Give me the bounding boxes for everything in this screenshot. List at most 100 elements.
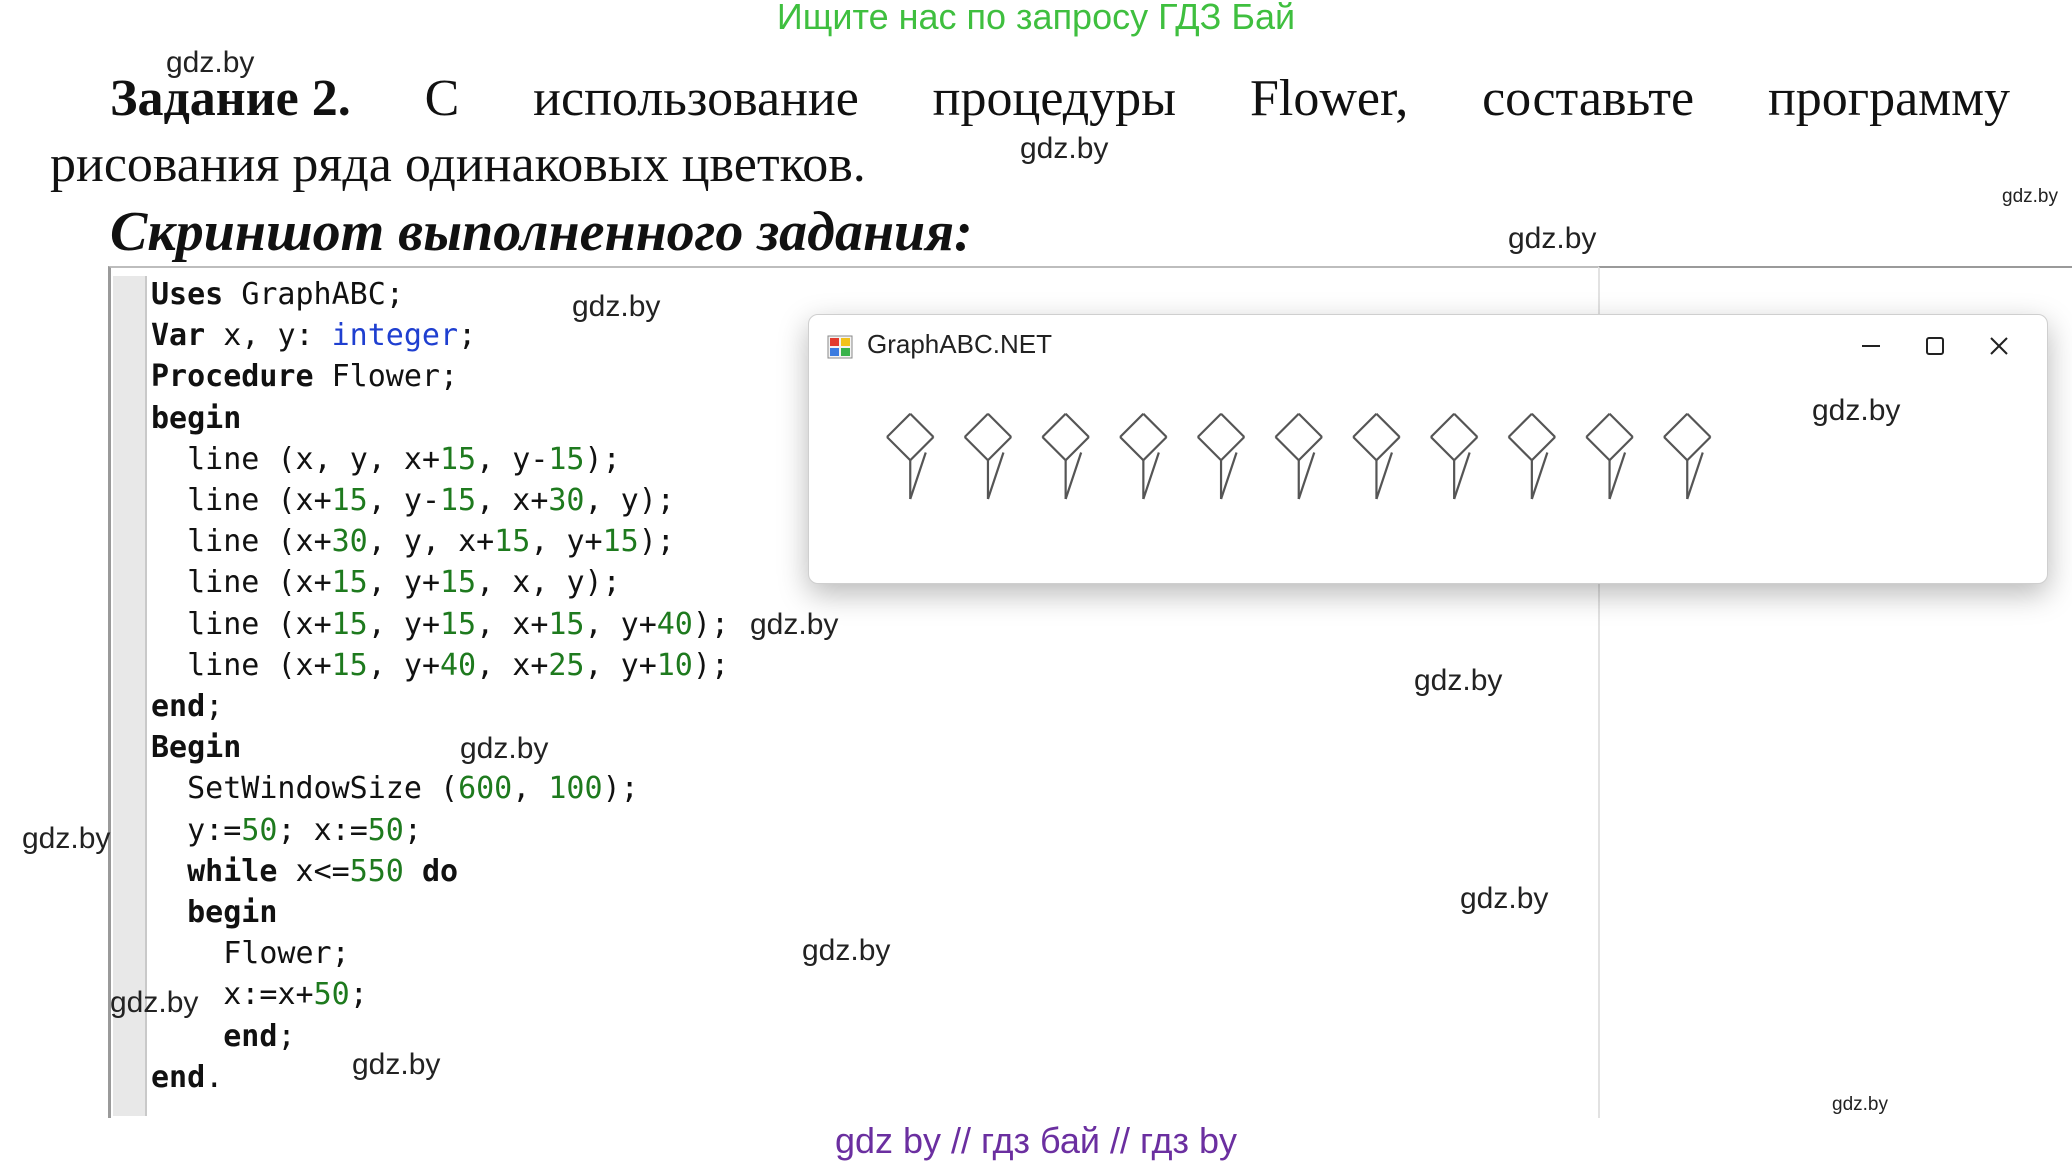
flower-stroke — [987, 412, 1012, 438]
flower — [1119, 412, 1168, 500]
flower-stroke — [1220, 412, 1246, 438]
close-icon — [1990, 337, 2008, 355]
code-line: end; — [151, 689, 224, 725]
minimize-icon — [1862, 345, 1880, 347]
flower-stroke — [909, 412, 935, 438]
code-line: Begin — [151, 730, 242, 766]
watermark: gdz.by — [1414, 664, 1503, 697]
code-listing: Uses GraphABC; Var x, y: integer; Procedur… — [151, 274, 729, 1098]
code-line: line (x+15, y-15, x+30, y); — [187, 483, 675, 519]
flower-stroke — [1352, 436, 1378, 462]
task-heading: Задание 2. — [110, 70, 351, 127]
task-statement: Задание 2. С использование процедуры Flo… — [50, 66, 2010, 198]
graphabc-app-icon — [827, 335, 853, 359]
flower — [1507, 412, 1556, 500]
flower-stroke — [1375, 436, 1401, 462]
flower-stroke — [1197, 436, 1222, 462]
flower — [1352, 412, 1401, 500]
task-line-2: рисования ряда одинаковых цветков. — [50, 136, 866, 193]
flower-stroke — [1064, 412, 1090, 438]
footer-watermark: gdz by // гдз бай // гдз by — [834, 1120, 1238, 1161]
watermark: gdz.by — [802, 934, 891, 967]
task-word: процедуры — [932, 70, 1177, 127]
flower-stroke — [1119, 412, 1145, 438]
flower — [1041, 412, 1090, 500]
code-line: line (x+30, y, x+15, y+15); — [187, 524, 675, 560]
code-line: x:=x+50; — [223, 977, 368, 1013]
flower — [963, 412, 1012, 500]
watermark: gdz.by — [750, 608, 839, 641]
watermark: gdz.by — [1832, 1094, 1888, 1115]
flower-stroke — [1430, 436, 1455, 462]
flower-stroke — [1507, 412, 1533, 438]
code-line: Flower; — [223, 936, 350, 972]
flower-stroke — [1531, 436, 1556, 462]
flower-stroke — [1274, 436, 1300, 462]
flower-stroke — [1119, 436, 1145, 462]
maximize-icon — [1926, 337, 1944, 355]
code-line: y:=50; x:=50; — [187, 812, 422, 848]
flower-stroke — [886, 412, 912, 438]
flower-stroke — [886, 436, 912, 462]
flower-stroke — [1352, 412, 1378, 438]
watermark: gdz.by — [1460, 882, 1549, 915]
code-line: line (x, y, x+15, y-15); — [187, 441, 621, 477]
close-button[interactable] — [1969, 323, 2029, 369]
code-line: Procedure Flower; — [151, 359, 459, 395]
task-line-1: Задание 2. С использование процедуры Flo… — [50, 66, 2010, 132]
code-line: begin — [187, 895, 278, 931]
flower-stroke — [1663, 412, 1689, 438]
watermark: gdz.by — [1812, 394, 1901, 427]
screenshot-subtitle: Скриншот выполненного задания: — [110, 201, 973, 263]
watermark: gdz.by — [1508, 222, 1597, 255]
flower-stroke — [1041, 412, 1067, 438]
graphabc-window[interactable]: GraphABC.NET — [808, 314, 2048, 584]
flower-stroke — [1041, 436, 1067, 462]
task-word: С — [424, 70, 460, 127]
flower-stroke — [963, 436, 989, 462]
flower-stroke — [1274, 412, 1300, 438]
flower — [886, 412, 935, 500]
flower-stroke — [1585, 412, 1611, 438]
watermark: gdz.by — [572, 290, 661, 323]
flower-stroke — [909, 436, 935, 462]
flower-stroke — [1142, 412, 1168, 438]
flower-stroke — [1531, 412, 1556, 438]
watermark: gdz.by — [22, 822, 111, 855]
flower-stroke — [1585, 436, 1611, 462]
code-line: begin — [151, 400, 242, 436]
window-title: GraphABC.NET — [867, 329, 1052, 359]
flower — [1197, 412, 1246, 500]
flower-stroke — [1297, 436, 1323, 462]
task-word: Flower, — [1249, 70, 1409, 127]
flower — [1430, 412, 1479, 500]
flower-stroke — [1686, 412, 1712, 438]
flower-stroke — [1507, 436, 1533, 462]
flower-stroke — [1064, 436, 1090, 462]
flower-stroke — [1220, 436, 1246, 462]
flower-stroke — [1686, 436, 1712, 462]
code-line: while x<=550 do — [187, 853, 459, 889]
code-line: line (x+15, y+15, x, y); — [187, 565, 621, 601]
flower-stroke — [1608, 436, 1634, 462]
minimize-button[interactable] — [1841, 323, 1901, 369]
flower — [1663, 412, 1712, 500]
flower-stroke — [1430, 412, 1455, 438]
flower-stroke — [987, 436, 1012, 462]
window-titlebar[interactable]: GraphABC.NET — [809, 315, 2047, 375]
flower-stroke — [1142, 436, 1168, 462]
flower — [1585, 412, 1634, 500]
flower-stroke — [1297, 412, 1323, 438]
task-word: использование — [533, 70, 859, 127]
flower — [1274, 412, 1323, 500]
flower-stroke — [1663, 436, 1689, 462]
code-line: SetWindowSize (600, 100); — [187, 771, 639, 807]
flower-stroke — [1608, 412, 1634, 438]
watermark: gdz.by — [352, 1048, 441, 1081]
code-line: line (x+15, y+15, x+15, y+40); — [187, 606, 729, 642]
flower-stroke — [1453, 436, 1479, 462]
maximize-button[interactable] — [1905, 323, 1965, 369]
flower-stroke — [963, 412, 989, 438]
watermark: gdz.by — [110, 986, 199, 1019]
code-line: line (x+15, y+40, x+25, y+10); — [187, 647, 729, 683]
